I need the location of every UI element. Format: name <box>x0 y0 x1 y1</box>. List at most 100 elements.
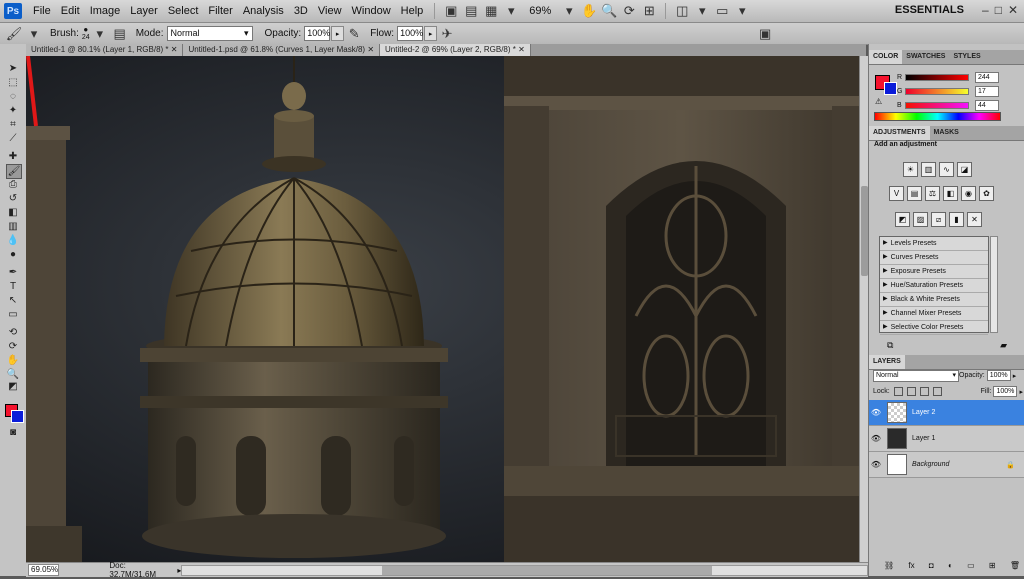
close-icon[interactable]: ✕ <box>171 45 178 54</box>
status-zoom-field[interactable]: 69.05% <box>28 564 60 576</box>
chevron-down-icon[interactable]: ▾ <box>734 3 750 19</box>
link-layers-icon[interactable]: ⛓ <box>884 561 894 570</box>
chevron-down-icon[interactable]: ▾ <box>92 26 108 42</box>
menu-image[interactable]: Image <box>85 5 126 17</box>
history-brush-tool-icon[interactable]: ↺ <box>6 192 20 205</box>
zoom-level[interactable]: 69% <box>529 5 551 17</box>
hand-tool-icon[interactable]: ✋ <box>6 354 20 367</box>
airbrush-icon[interactable]: ✈ <box>439 26 455 42</box>
green-value-field[interactable]: 17 <box>975 85 999 97</box>
launch-bridge-icon[interactable]: ▣ <box>443 3 459 19</box>
red-slider[interactable] <box>905 73 969 81</box>
menu-analysis[interactable]: Analysis <box>238 5 289 17</box>
presets-scrollbar[interactable] <box>990 236 998 333</box>
zoom-tool-icon[interactable]: 🔍 <box>601 3 617 19</box>
chevron-right-icon[interactable]: ▸ <box>424 26 438 41</box>
blue-slider[interactable] <box>905 101 969 109</box>
menu-view[interactable]: View <box>313 5 347 17</box>
menu-window[interactable]: Window <box>347 5 396 17</box>
chevron-right-icon[interactable]: ▸ <box>331 26 345 41</box>
blue-value-field[interactable]: 44 <box>975 99 999 111</box>
chevron-down-icon[interactable]: ▾ <box>694 3 710 19</box>
new-group-icon[interactable]: ▭ <box>967 561 975 570</box>
posterize-icon[interactable]: ▨ <box>913 212 928 227</box>
lock-position-icon[interactable] <box>919 387 929 396</box>
gradient-map-icon[interactable]: ▮ <box>949 212 964 227</box>
mini-bridge-icon[interactable]: ▤ <box>463 3 479 19</box>
brush-tool-icon[interactable]: 🖌 <box>6 164 22 179</box>
tab-swatches[interactable]: SWATCHES <box>902 50 949 64</box>
selective-color-icon[interactable]: ✕ <box>967 212 982 227</box>
visibility-eye-icon[interactable]: 👁 <box>869 460 883 469</box>
eyedropper-tool-icon[interactable]: ⟋ <box>6 132 20 145</box>
close-icon[interactable]: ✕ <box>518 45 525 54</box>
curves-icon[interactable]: ∿ <box>939 162 954 177</box>
channel-mixer-icon[interactable]: ✿ <box>979 186 994 201</box>
layer-style-icon[interactable]: fx <box>908 561 914 570</box>
minimize-icon[interactable]: – <box>982 3 989 17</box>
type-tool-icon[interactable]: T <box>6 280 20 293</box>
add-mask-icon[interactable]: ◘ <box>929 561 934 570</box>
rotate-view-icon[interactable]: ⟳ <box>621 3 637 19</box>
lock-all-icon[interactable] <box>932 387 942 396</box>
menu-layer[interactable]: Layer <box>125 5 163 17</box>
menu-help[interactable]: Help <box>396 5 429 17</box>
visibility-eye-icon[interactable]: 👁 <box>869 408 883 417</box>
hand-tool-icon[interactable]: ✋ <box>581 3 597 19</box>
close-icon[interactable]: ✕ <box>367 45 374 54</box>
visibility-eye-icon[interactable]: 👁 <box>869 434 883 443</box>
document-tab[interactable]: Untitled-1 @ 80.1% (Layer 1, RGB/8) * ✕ <box>26 44 184 56</box>
preset-curves[interactable]: ▶ Curves Presets <box>880 251 988 265</box>
scroll-thumb[interactable] <box>382 565 713 575</box>
levels-icon[interactable]: ▥ <box>921 162 936 177</box>
menu-3d[interactable]: 3D <box>289 5 313 17</box>
horizontal-scrollbar[interactable] <box>181 564 868 576</box>
tab-layers[interactable]: LAYERS <box>869 355 905 369</box>
layer-row[interactable]: 👁 Background 🔒 <box>869 452 1024 478</box>
document-tab-active[interactable]: Untitled-2 @ 69% (Layer 2, RGB/8) * ✕ <box>380 44 531 56</box>
exposure-icon[interactable]: ◪ <box>957 162 972 177</box>
marquee-tool-icon[interactable]: ⬚ <box>6 76 20 89</box>
default-colors-icon[interactable]: ◩ <box>6 380 20 393</box>
close-icon[interactable]: ✕ <box>1008 3 1018 17</box>
extras-icon[interactable]: ▦ <box>483 3 499 19</box>
document-canvas[interactable] <box>26 56 859 562</box>
3d-rotate-tool-icon[interactable]: ⟲ <box>6 326 20 339</box>
layer-row[interactable]: 👁 Layer 2 <box>869 400 1024 426</box>
threshold-icon[interactable]: ⧄ <box>931 212 946 227</box>
maximize-icon[interactable]: □ <box>995 3 1002 17</box>
menu-filter[interactable]: Filter <box>203 5 237 17</box>
shape-tool-icon[interactable]: ▭ <box>6 308 20 321</box>
photo-filter-icon[interactable]: ◉ <box>961 186 976 201</box>
preset-exposure[interactable]: ▶ Exposure Presets <box>880 265 988 279</box>
eraser-tool-icon[interactable]: ◧ <box>6 206 20 219</box>
brush-picker[interactable]: ● 24 <box>82 25 90 42</box>
quick-selection-tool-icon[interactable]: ✦ <box>6 104 20 117</box>
pressure-opacity-icon[interactable]: ✎ <box>346 26 362 42</box>
tab-adjustments[interactable]: ADJUSTMENTS <box>869 126 930 140</box>
fill-field[interactable]: 100% <box>993 386 1018 397</box>
lock-transparency-icon[interactable] <box>893 387 903 396</box>
workspace-switcher[interactable]: ESSENTIALS <box>895 4 964 16</box>
healing-brush-tool-icon[interactable]: ✚ <box>6 150 20 163</box>
tab-color[interactable]: COLOR <box>869 50 903 64</box>
preset-black-white[interactable]: ▶ Black & White Presets <box>880 293 988 307</box>
red-value-field[interactable]: 244 <box>975 71 999 83</box>
preset-selective-color[interactable]: ▶ Selective Color Presets <box>880 321 988 335</box>
document-tab[interactable]: Untitled-1.psd @ 61.8% (Curves 1, Layer … <box>183 44 381 56</box>
invert-icon[interactable]: ◩ <box>895 212 910 227</box>
dodge-tool-icon[interactable]: ● <box>6 248 20 261</box>
chevron-down-icon[interactable]: ▾ <box>26 26 42 42</box>
menu-file[interactable]: File <box>28 5 56 17</box>
chevron-down-icon[interactable]: ▾ <box>561 3 577 19</box>
chevron-down-icon[interactable]: ▾ <box>503 3 519 19</box>
crop-tool-icon[interactable]: ⌗ <box>6 118 20 131</box>
delete-layer-icon[interactable]: 🗑 <box>1010 561 1020 570</box>
blend-mode-select[interactable]: Normal ▾ <box>873 370 959 382</box>
move-tool-icon[interactable]: ➤ <box>6 62 20 75</box>
color-balance-icon[interactable]: ⚖ <box>925 186 940 201</box>
tab-masks[interactable]: MASKS <box>930 126 963 140</box>
chevron-right-icon[interactable]: ▸ <box>1013 372 1017 380</box>
grid-icon[interactable]: ⊞ <box>641 3 657 19</box>
blur-tool-icon[interactable]: 💧 <box>6 234 20 247</box>
